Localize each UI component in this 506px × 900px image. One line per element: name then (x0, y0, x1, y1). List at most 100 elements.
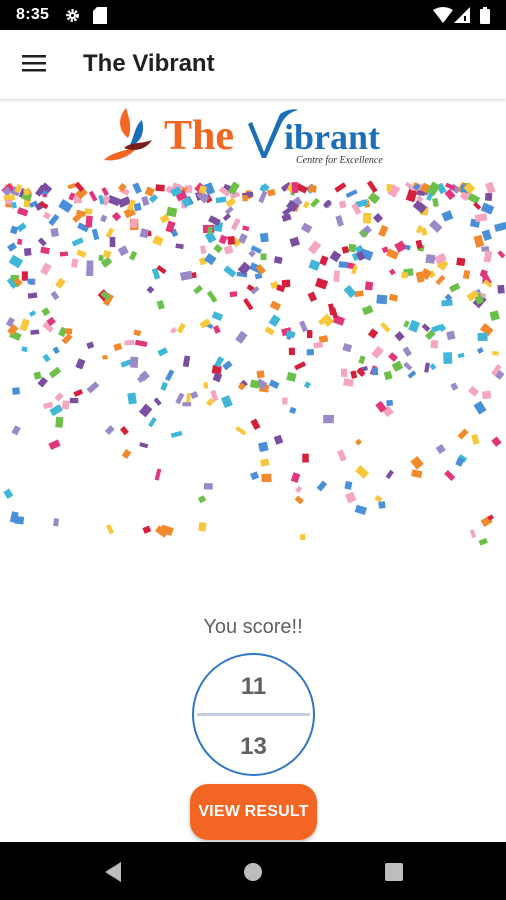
confetti-piece (376, 294, 388, 305)
confetti-piece (109, 236, 116, 248)
confetti-piece (372, 212, 384, 224)
confetti-piece (102, 250, 112, 259)
confetti-piece (449, 282, 461, 293)
confetti-piece (344, 491, 357, 504)
confetti-piece (85, 215, 93, 228)
confetti-piece (402, 346, 412, 357)
recents-icon[interactable] (382, 860, 406, 884)
confetti-piece (481, 229, 493, 241)
confetti-piece (19, 318, 31, 332)
confetti-piece (294, 495, 304, 505)
confetti-piece (128, 250, 138, 261)
confetti-piece (295, 485, 303, 494)
confetti-piece (59, 251, 69, 257)
confetti-piece (259, 458, 270, 467)
confetti-piece (43, 401, 54, 410)
confetti-piece (250, 418, 261, 431)
confetti-piece (308, 259, 321, 271)
confetti-piece (243, 298, 254, 311)
confetti-piece (42, 353, 51, 363)
score-divider (197, 713, 310, 716)
confetti-piece (348, 243, 357, 253)
confetti-piece (105, 227, 115, 239)
menu-button[interactable] (16, 49, 52, 81)
view-result-button[interactable]: VIEW RESULT (190, 784, 317, 840)
confetti-piece (378, 224, 389, 238)
confetti-piece (170, 327, 178, 334)
confetti-piece (155, 184, 165, 192)
confetti-piece (5, 199, 13, 205)
confetti-piece (329, 250, 342, 263)
confetti-piece (323, 414, 334, 424)
confetti-piece (435, 443, 446, 455)
confetti-piece (86, 341, 95, 350)
confetti-piece (306, 349, 315, 356)
confetti-piece (299, 320, 308, 333)
confetti-piece (268, 314, 281, 328)
confetti-piece (340, 368, 348, 378)
confetti-piece (473, 400, 487, 415)
confetti-piece (358, 355, 366, 365)
confetti-piece (497, 250, 506, 259)
confetti-piece (154, 468, 162, 481)
home-icon[interactable] (241, 860, 265, 884)
sd-card-icon (93, 7, 107, 29)
confetti-piece (212, 372, 223, 383)
confetti-piece (134, 339, 148, 347)
confetti-piece (403, 320, 410, 328)
confetti-piece (127, 392, 137, 405)
confetti-piece (471, 433, 480, 445)
confetti-piece (290, 472, 301, 483)
confetti-piece (256, 370, 265, 379)
confetti-piece (182, 355, 191, 368)
confetti-piece (88, 190, 98, 202)
confetti-piece (491, 436, 502, 447)
confetti-piece (235, 425, 247, 436)
confetti-piece (86, 265, 94, 277)
confetti-piece (8, 254, 24, 269)
confetti-piece (259, 232, 269, 243)
score-value: 11 (240, 673, 267, 700)
confetti-piece (361, 305, 374, 316)
confetti-piece (492, 350, 499, 356)
confetti-piece (129, 356, 139, 368)
confetti-piece (104, 425, 115, 436)
confetti-piece (310, 197, 320, 208)
confetti-piece (27, 292, 38, 299)
confetti-piece (345, 189, 358, 198)
confetti-piece (193, 284, 203, 295)
confetti-piece (338, 200, 347, 209)
confetti-piece (7, 242, 17, 252)
confetti-piece (61, 400, 70, 410)
confetti-piece (386, 184, 393, 192)
confetti-piece (230, 217, 241, 231)
confetti-piece (441, 210, 454, 222)
confetti-piece (426, 181, 441, 196)
confetti-piece (3, 488, 14, 500)
confetti-piece (473, 234, 485, 248)
confetti-piece (41, 307, 51, 317)
confetti-piece (430, 339, 439, 349)
confetti-piece (227, 236, 236, 245)
confetti-piece (152, 234, 164, 247)
confetti-piece (138, 403, 153, 418)
confetti-piece (179, 270, 193, 281)
confetti-piece (383, 370, 393, 381)
confetti-piece (497, 284, 505, 294)
confetti-piece (307, 291, 318, 302)
confetti-piece (401, 272, 408, 279)
confetti-piece (308, 184, 317, 193)
confetti-piece (133, 329, 142, 337)
confetti-piece (100, 214, 108, 223)
confetti-piece (477, 332, 488, 342)
confetti-piece (425, 254, 436, 264)
confetti-piece (366, 180, 378, 193)
confetti-piece (411, 469, 423, 479)
back-icon[interactable] (101, 860, 125, 884)
confetti-piece (481, 390, 492, 400)
confetti-piece (225, 197, 237, 208)
confetti-piece (64, 328, 73, 335)
confetti-decoration (1, 180, 506, 546)
confetti-piece (160, 381, 168, 391)
confetti-piece (124, 340, 135, 346)
